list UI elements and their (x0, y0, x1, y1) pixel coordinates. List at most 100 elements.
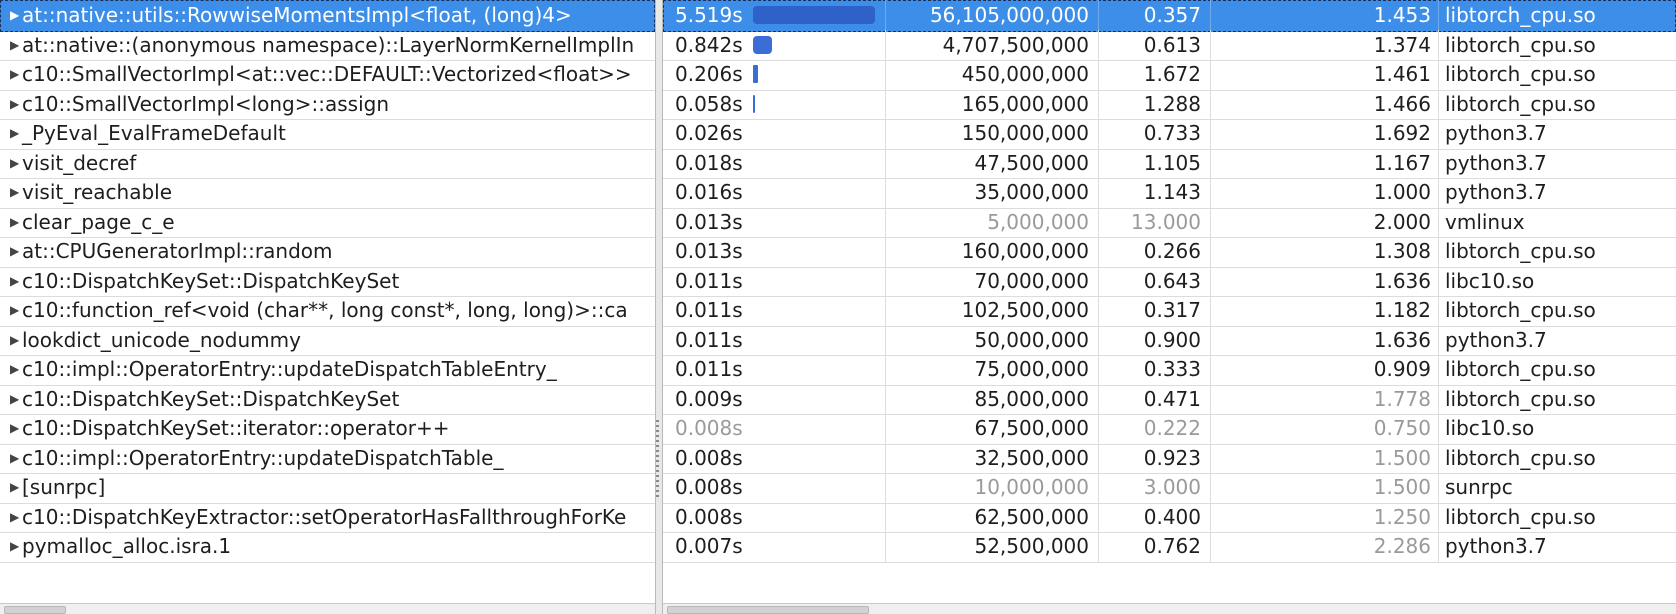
metrics-row[interactable]: 0.018s 47,500,000 1.105 1.167 python3.7 (663, 147, 1676, 179)
expand-triangle-icon[interactable]: ▶ (0, 215, 22, 229)
module-cell: libc10.so (1445, 268, 1535, 293)
time-bar (753, 6, 875, 25)
function-row[interactable]: ▶ c10::DispatchKeyExtractor::setOperatorH… (0, 502, 655, 533)
metrics-row[interactable]: 0.008s 32,500,000 0.923 1.500 libtorch_cpu.s… (663, 442, 1676, 474)
expand-triangle-icon[interactable]: ▶ (0, 185, 22, 199)
pane-splitter[interactable] (655, 0, 663, 614)
right-scrollbar-thumb[interactable] (667, 606, 869, 614)
function-row[interactable]: ▶ visit_decref (0, 148, 655, 179)
function-row[interactable]: ▶ pymalloc_alloc.isra.1 (0, 531, 655, 563)
module-cell: libtorch_cpu.so (1445, 239, 1596, 264)
metrics-row[interactable]: 0.011s 75,000,000 0.333 0.909 libtorch_cpu.s… (663, 354, 1676, 386)
cpi-cell: 1.466 (1211, 88, 1439, 119)
function-row[interactable]: ▶ lookdict_unicode_nodummy (0, 325, 655, 356)
function-row[interactable]: ▶ c10::impl::OperatorEntry::updateDispatc… (0, 443, 655, 474)
time-cell: 0.013s (663, 236, 886, 267)
function-row[interactable]: ▶ c10::DispatchKeySet::iterator::operator… (0, 413, 655, 445)
time-bar-track (753, 272, 883, 290)
count-cell: 70,000,000 (886, 265, 1099, 296)
function-name-cell: ▶ [sunrpc] (0, 472, 655, 503)
time-cell: 0.009s (663, 383, 886, 414)
expand-triangle-icon[interactable]: ▶ (0, 362, 22, 376)
left-horizontal-scrollbar[interactable] (0, 603, 655, 614)
expand-triangle-icon[interactable]: ▶ (0, 333, 22, 347)
expand-triangle-icon[interactable]: ▶ (0, 8, 22, 22)
function-name: [sunrpc] (22, 475, 106, 500)
time-cell: 0.018s (663, 147, 886, 178)
function-row[interactable]: ▶ c10::DispatchKeySet::DispatchKeySet (0, 384, 655, 415)
function-name: visit_decref (22, 150, 137, 175)
function-name: visit_reachable (22, 180, 173, 205)
function-row[interactable]: ▶ c10::DispatchKeySet::DispatchKeySet (0, 266, 655, 297)
time-bar-track (753, 537, 883, 555)
right-horizontal-scrollbar[interactable] (663, 603, 1676, 614)
expand-triangle-icon[interactable]: ▶ (0, 539, 22, 553)
expand-triangle-icon[interactable]: ▶ (0, 421, 22, 435)
metrics-row[interactable]: 0.013s 5,000,000 13.000 2.000 vmlinux (663, 206, 1676, 238)
expand-triangle-icon[interactable]: ▶ (0, 126, 22, 140)
function-name: lookdict_unicode_nodummy (22, 327, 301, 352)
function-name-cell: ▶ c10::DispatchKeySet::DispatchKeySet (0, 384, 655, 415)
metrics-row[interactable]: 0.011s 102,500,000 0.317 1.182 libtorch_cpu.… (663, 295, 1676, 327)
cpi-cell: 1.000 (1211, 177, 1439, 208)
function-row[interactable]: ▶ _PyEval_EvalFrameDefault (0, 118, 655, 150)
expand-triangle-icon[interactable]: ▶ (0, 38, 22, 52)
time-cell: 0.016s (663, 177, 886, 208)
time-cell: 0.011s (663, 265, 886, 296)
time-value: 0.007s (675, 534, 743, 559)
metrics-row[interactable]: 0.842s 4,707,500,000 0.613 1.374 libtorch_cp… (663, 29, 1676, 61)
time-value: 0.011s (675, 327, 743, 352)
function-row[interactable]: ▶ c10::function_ref<void (char**, long co… (0, 295, 655, 327)
time-cell: 0.008s (663, 501, 886, 532)
time-cell: 0.013s (663, 206, 886, 237)
function-row[interactable]: ▶ c10::impl::OperatorEntry::updateDispatc… (0, 354, 655, 386)
time-cell: 0.058s (663, 88, 886, 119)
module-cell: libtorch_cpu.so (1445, 357, 1596, 382)
expand-triangle-icon[interactable]: ▶ (0, 67, 22, 81)
time-cell: 0.007s (663, 531, 886, 562)
metrics-row[interactable]: 0.011s 50,000,000 0.900 1.636 python3.7 (663, 324, 1676, 356)
function-row[interactable]: ▶ c10::SmallVectorImpl<at::vec::DEFAULT::… (0, 59, 655, 91)
metrics-row[interactable]: 0.008s 67,500,000 0.222 0.750 libc10.so (663, 413, 1676, 445)
module-cell: libtorch_cpu.so (1445, 32, 1596, 57)
function-row[interactable]: ▶ clear_page_c_e (0, 207, 655, 238)
time-value: 0.013s (675, 239, 743, 264)
metrics-row[interactable]: 0.058s 165,000,000 1.288 1.466 libtorch_cpu.… (663, 88, 1676, 120)
metrics-row[interactable]: 0.206s 450,000,000 1.672 1.461 libtorch_cpu.… (663, 59, 1676, 91)
ipc-cell: 0.357 (1099, 0, 1211, 31)
function-row[interactable]: ▶ at::native::(anonymous namespace)::Laye… (0, 30, 655, 61)
metrics-row[interactable]: 0.008s 62,500,000 0.400 1.250 libtorch_cpu.s… (663, 501, 1676, 533)
function-row[interactable]: ▶ c10::SmallVectorImpl<long>::assign (0, 89, 655, 120)
metrics-row[interactable]: 0.026s 150,000,000 0.733 1.692 python3.7 (663, 118, 1676, 150)
expand-triangle-icon[interactable]: ▶ (0, 244, 22, 258)
time-cell: 0.011s (663, 295, 886, 326)
ipc-cell: 0.923 (1099, 442, 1211, 473)
function-row[interactable]: ▶ at::CPUGeneratorImpl::random (0, 236, 655, 268)
expand-triangle-icon[interactable]: ▶ (0, 97, 22, 111)
expand-triangle-icon[interactable]: ▶ (0, 480, 22, 494)
metrics-row[interactable]: 0.016s 35,000,000 1.143 1.000 python3.7 (663, 177, 1676, 209)
metrics-row[interactable]: 0.009s 85,000,000 0.471 1.778 libtorch_cpu.s… (663, 383, 1676, 415)
expand-triangle-icon[interactable]: ▶ (0, 303, 22, 317)
left-scrollbar-thumb[interactable] (4, 606, 66, 614)
time-value: 0.008s (675, 475, 743, 500)
function-name: c10::impl::OperatorEntry::updateDispatch… (22, 357, 557, 382)
expand-triangle-icon[interactable]: ▶ (0, 392, 22, 406)
cpi-cell: 1.250 (1211, 501, 1439, 532)
function-row[interactable]: ▶ visit_reachable (0, 177, 655, 209)
time-bar-track (753, 213, 883, 231)
ipc-cell: 1.105 (1099, 147, 1211, 178)
expand-triangle-icon[interactable]: ▶ (0, 274, 22, 288)
expand-triangle-icon[interactable]: ▶ (0, 451, 22, 465)
metrics-row[interactable]: 0.007s 52,500,000 0.762 2.286 python3.7 (663, 531, 1676, 563)
count-cell: 56,105,000,000 (886, 0, 1099, 31)
function-row[interactable]: ▶ at::native::utils::RowwiseMomentsImpl<f… (0, 0, 655, 32)
expand-triangle-icon[interactable]: ▶ (0, 510, 22, 524)
metrics-row[interactable]: 0.008s 10,000,000 3.000 1.500 sunrpc (663, 472, 1676, 504)
function-row[interactable]: ▶ [sunrpc] (0, 472, 655, 504)
metrics-row[interactable]: 5.519s 56,105,000,000 0.357 1.453 libtorch_c… (663, 0, 1676, 32)
metrics-row[interactable]: 0.013s 160,000,000 0.266 1.308 libtorch_cpu.… (663, 236, 1676, 268)
splitter-grip[interactable] (656, 420, 659, 500)
expand-triangle-icon[interactable]: ▶ (0, 156, 22, 170)
metrics-row[interactable]: 0.011s 70,000,000 0.643 1.636 libc10.so (663, 265, 1676, 297)
